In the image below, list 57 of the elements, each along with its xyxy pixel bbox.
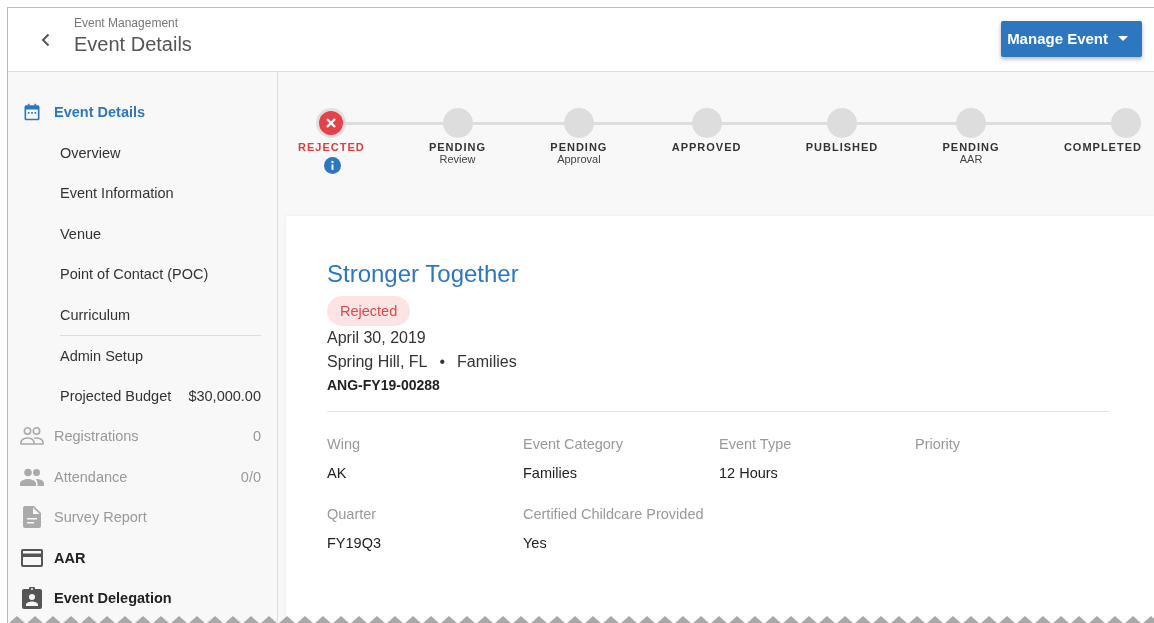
item-label: Curriculum [60,306,132,323]
event-location: Spring Hill, FL [327,353,428,371]
step-label: APPROVED [671,141,742,153]
field-label: Quarter [327,506,378,522]
field-label: Priority [915,436,962,452]
item-label: Venue [60,225,103,242]
item-label: Projected Budget [60,387,173,404]
item-value: $30,000.00 [188,387,261,404]
step-label: PENDING [428,141,487,153]
sidebar-item[interactable]: Event Details [8,100,277,125]
step-label: COMPLETED [1063,141,1142,153]
sidebar-item[interactable]: Event Delegation [8,586,277,611]
item-count: 0 [252,428,261,445]
sidebar-subitem[interactable]: Point of Contact (POC) [60,254,261,295]
sidebar-subitem[interactable]: Venue [60,213,261,254]
item-label: Point of Contact (POC) [60,266,210,283]
item-label: Survey Report [54,509,148,526]
item-label: Overview [60,144,122,161]
field-value: Yes [523,535,548,551]
item-label: Attendance [54,468,129,485]
field-value: Families [523,465,578,481]
step-sublabel: AAR [959,153,983,165]
event-date: April 30, 2019 [327,329,427,347]
field-label: Certified Childcare Provided [523,506,705,522]
item-label: AAR [54,549,87,566]
field-label: Event Type [719,436,793,452]
manage-event-button[interactable]: Manage Event [1001,20,1142,57]
item-label: Admin Setup [60,347,145,364]
breadcrumb[interactable]: Event Management [74,15,1002,30]
item-label: Registrations [54,428,140,445]
event-category: Families [457,353,517,371]
status-badge: Rejected [327,296,411,326]
page-title: Event Details [74,32,193,56]
sidebar-subitem[interactable]: Overview [60,132,261,173]
item-label: Event Information [60,185,175,202]
item-label: Event Details [54,104,147,121]
sidebar-item[interactable]: AAR [8,545,277,570]
sidebar-subitem[interactable]: Event Information [60,173,261,214]
event-code: ANG-FY19-00288 [327,377,441,393]
item-label: Event Delegation [54,590,173,607]
step-sublabel: Review [439,153,476,165]
sidebar-subitem[interactable]: Curriculum [60,294,261,335]
field-value: AK [327,465,348,481]
event-title: Stronger Together [327,260,520,288]
sidebar-subitem[interactable]: Admin Setup [60,335,261,376]
item-count: 0/0 [240,468,261,485]
step-label: PUBLISHED [805,141,879,153]
step-label: REJECTED [298,141,365,153]
field-value: FY19Q3 [327,535,382,551]
field-value: 12 Hours [719,465,779,481]
step-sublabel: Approval [557,153,601,165]
sidebar-subitem[interactable]: Projected Budget $30,000.00 [60,375,261,416]
step-label: PENDING [942,141,1000,153]
separator-dot: • [439,353,446,371]
field-label: Event Category [523,436,624,452]
step-label: PENDING [550,141,608,153]
field-label: Wing [327,436,362,452]
